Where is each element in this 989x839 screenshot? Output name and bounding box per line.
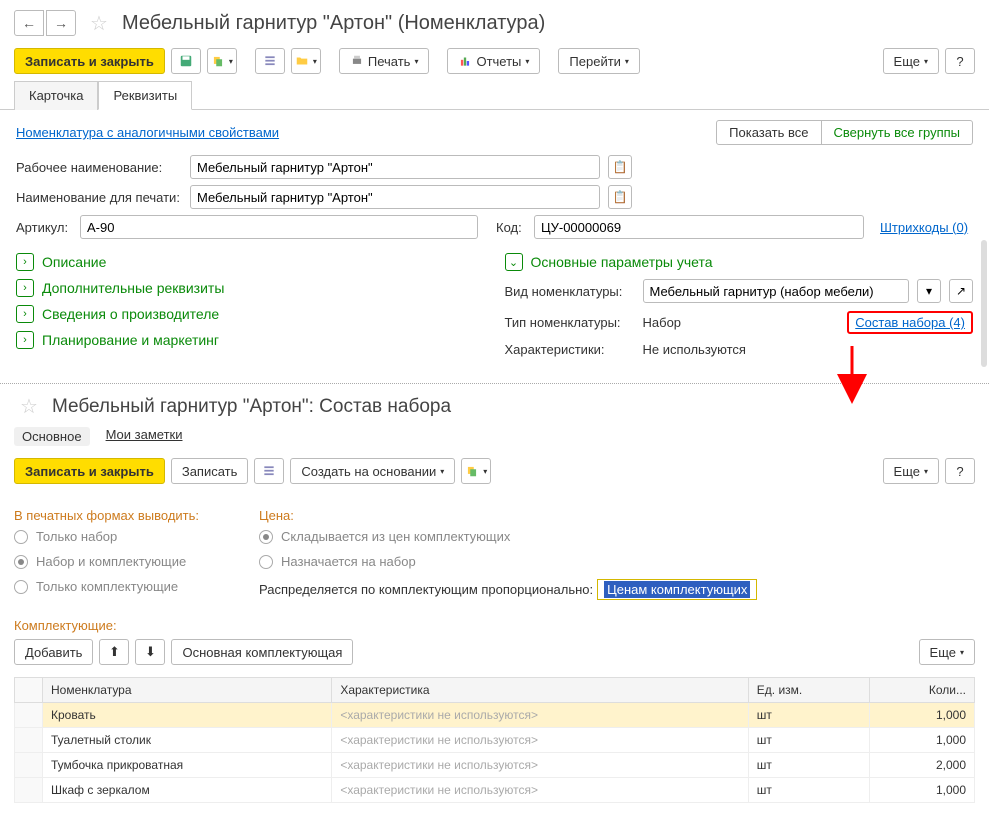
- kind-label: Вид номенклатуры:: [505, 284, 635, 299]
- radio-only-set[interactable]: Только набор: [14, 529, 199, 544]
- goto-button[interactable]: Перейти▾: [558, 48, 640, 74]
- reports-button[interactable]: Отчеты▾: [447, 48, 540, 74]
- goto-label: Перейти: [569, 54, 621, 69]
- kind-input[interactable]: [643, 279, 910, 303]
- copy-button-2[interactable]: 📋: [608, 185, 632, 209]
- folder-button[interactable]: ▾: [291, 48, 321, 74]
- chevron-down-icon: ⌄: [505, 253, 523, 271]
- main-component-button[interactable]: Основная комплектующая: [171, 639, 353, 665]
- tab-card[interactable]: Карточка: [14, 81, 98, 110]
- show-all-button[interactable]: Показать все: [717, 121, 820, 144]
- components-title: Комплектующие:: [14, 618, 975, 633]
- dropdown-button[interactable]: ▾: [917, 279, 941, 303]
- type-label: Тип номенклатуры:: [505, 315, 635, 330]
- nav-back[interactable]: ←: [14, 10, 44, 36]
- exp-additional[interactable]: ›Дополнительные реквизиты: [16, 279, 485, 297]
- print-name-label: Наименование для печати:: [16, 190, 182, 205]
- exp-description[interactable]: ›Описание: [16, 253, 485, 271]
- nav-fwd[interactable]: →: [46, 10, 76, 36]
- reports-label: Отчеты: [476, 54, 521, 69]
- copy-button-1[interactable]: 📋: [608, 155, 632, 179]
- col-unit[interactable]: Ед. изм.: [748, 678, 869, 703]
- save-close-button[interactable]: Записать и закрыть: [14, 48, 165, 74]
- type-value: Набор: [643, 315, 682, 330]
- table-row[interactable]: Кровать<характеристики не используются>ш…: [15, 703, 975, 728]
- help-button[interactable]: ?: [945, 48, 975, 74]
- components-table: Номенклатура Характеристика Ед. изм. Кол…: [14, 677, 975, 803]
- code-label: Код:: [496, 220, 526, 235]
- clipboard-button[interactable]: ▾: [207, 48, 237, 74]
- attach-button[interactable]: ▾: [461, 458, 491, 484]
- more-button-2[interactable]: Еще▾: [883, 458, 939, 484]
- create-based-button[interactable]: Создать на основании▾: [290, 458, 455, 484]
- save-button-2[interactable]: Записать: [171, 458, 249, 484]
- work-name-input[interactable]: [190, 155, 600, 179]
- chevron-right-icon: ›: [16, 331, 34, 349]
- distr-label: Распределяется по комплектующим пропорци…: [259, 582, 593, 597]
- scrollbar[interactable]: [981, 240, 987, 367]
- table-row[interactable]: Туалетный столик<характеристики не испол…: [15, 728, 975, 753]
- print-forms-title: В печатных формах выводить:: [14, 508, 199, 523]
- char-value: Не используются: [643, 342, 746, 357]
- tab-props[interactable]: Реквизиты: [98, 81, 192, 110]
- table-row[interactable]: Тумбочка прикроватная<характеристики не …: [15, 753, 975, 778]
- radio-price-sum[interactable]: Складывается из цен комплектующих: [259, 529, 757, 544]
- save-close-button-2[interactable]: Записать и закрыть: [14, 458, 165, 484]
- col-nom[interactable]: Номенклатура: [43, 678, 332, 703]
- code-input[interactable]: [534, 215, 864, 239]
- move-down-button[interactable]: ⬇: [135, 639, 165, 665]
- star-icon[interactable]: ☆: [20, 394, 38, 419]
- price-title: Цена:: [259, 508, 757, 523]
- print-label: Печать: [368, 54, 411, 69]
- chevron-right-icon: ›: [16, 253, 34, 271]
- analog-link[interactable]: Номенклатура с аналогичными свойствами: [16, 125, 279, 140]
- work-name-label: Рабочее наименование:: [16, 160, 182, 175]
- bottom-title: Мебельный гарнитур "Артон": Состав набор…: [52, 396, 451, 418]
- help-button-2[interactable]: ?: [945, 458, 975, 484]
- more-button-3[interactable]: Еще▾: [919, 639, 975, 665]
- add-button[interactable]: Добавить: [14, 639, 93, 665]
- star-icon[interactable]: ☆: [90, 11, 108, 36]
- open-button[interactable]: ↗: [949, 279, 973, 303]
- radio-set-and-comp[interactable]: Набор и комплектующие: [14, 554, 199, 569]
- exp-manufacturer[interactable]: ›Сведения о производителе: [16, 305, 485, 323]
- distr-field[interactable]: Ценам комплектующих: [597, 579, 757, 600]
- page-title: Мебельный гарнитур "Артон" (Номенклатура…: [122, 12, 545, 35]
- radio-price-set[interactable]: Назначается на набор: [259, 554, 757, 569]
- move-up-button[interactable]: ⬆: [99, 639, 129, 665]
- list-button-2[interactable]: [254, 458, 284, 484]
- print-name-input[interactable]: [190, 185, 600, 209]
- more-label: Еще: [894, 54, 920, 69]
- subnav-main[interactable]: Основное: [14, 427, 90, 446]
- set-composition-link[interactable]: Состав набора (4): [847, 311, 973, 334]
- article-label: Артикул:: [16, 220, 72, 235]
- col-qty[interactable]: Коли...: [869, 678, 974, 703]
- list-button[interactable]: [255, 48, 285, 74]
- subnav-notes[interactable]: Мои заметки: [106, 427, 183, 446]
- article-input[interactable]: [80, 215, 478, 239]
- exp-main-params[interactable]: ⌄Основные параметры учета: [505, 253, 974, 271]
- radio-only-comp[interactable]: Только комплектующие: [14, 579, 199, 594]
- barcodes-link[interactable]: Штрихкоды (0): [880, 220, 968, 235]
- print-button[interactable]: Печать▾: [339, 48, 430, 74]
- exp-planning[interactable]: ›Планирование и маркетинг: [16, 331, 485, 349]
- chevron-right-icon: ›: [16, 305, 34, 323]
- char-label: Характеристики:: [505, 342, 635, 357]
- chevron-right-icon: ›: [16, 279, 34, 297]
- col-char[interactable]: Характеристика: [332, 678, 748, 703]
- collapse-all-button[interactable]: Свернуть все группы: [821, 121, 972, 144]
- save-icon-button[interactable]: [171, 48, 201, 74]
- more-button[interactable]: Еще▾: [883, 48, 939, 74]
- table-row[interactable]: Шкаф с зеркалом<характеристики не исполь…: [15, 778, 975, 803]
